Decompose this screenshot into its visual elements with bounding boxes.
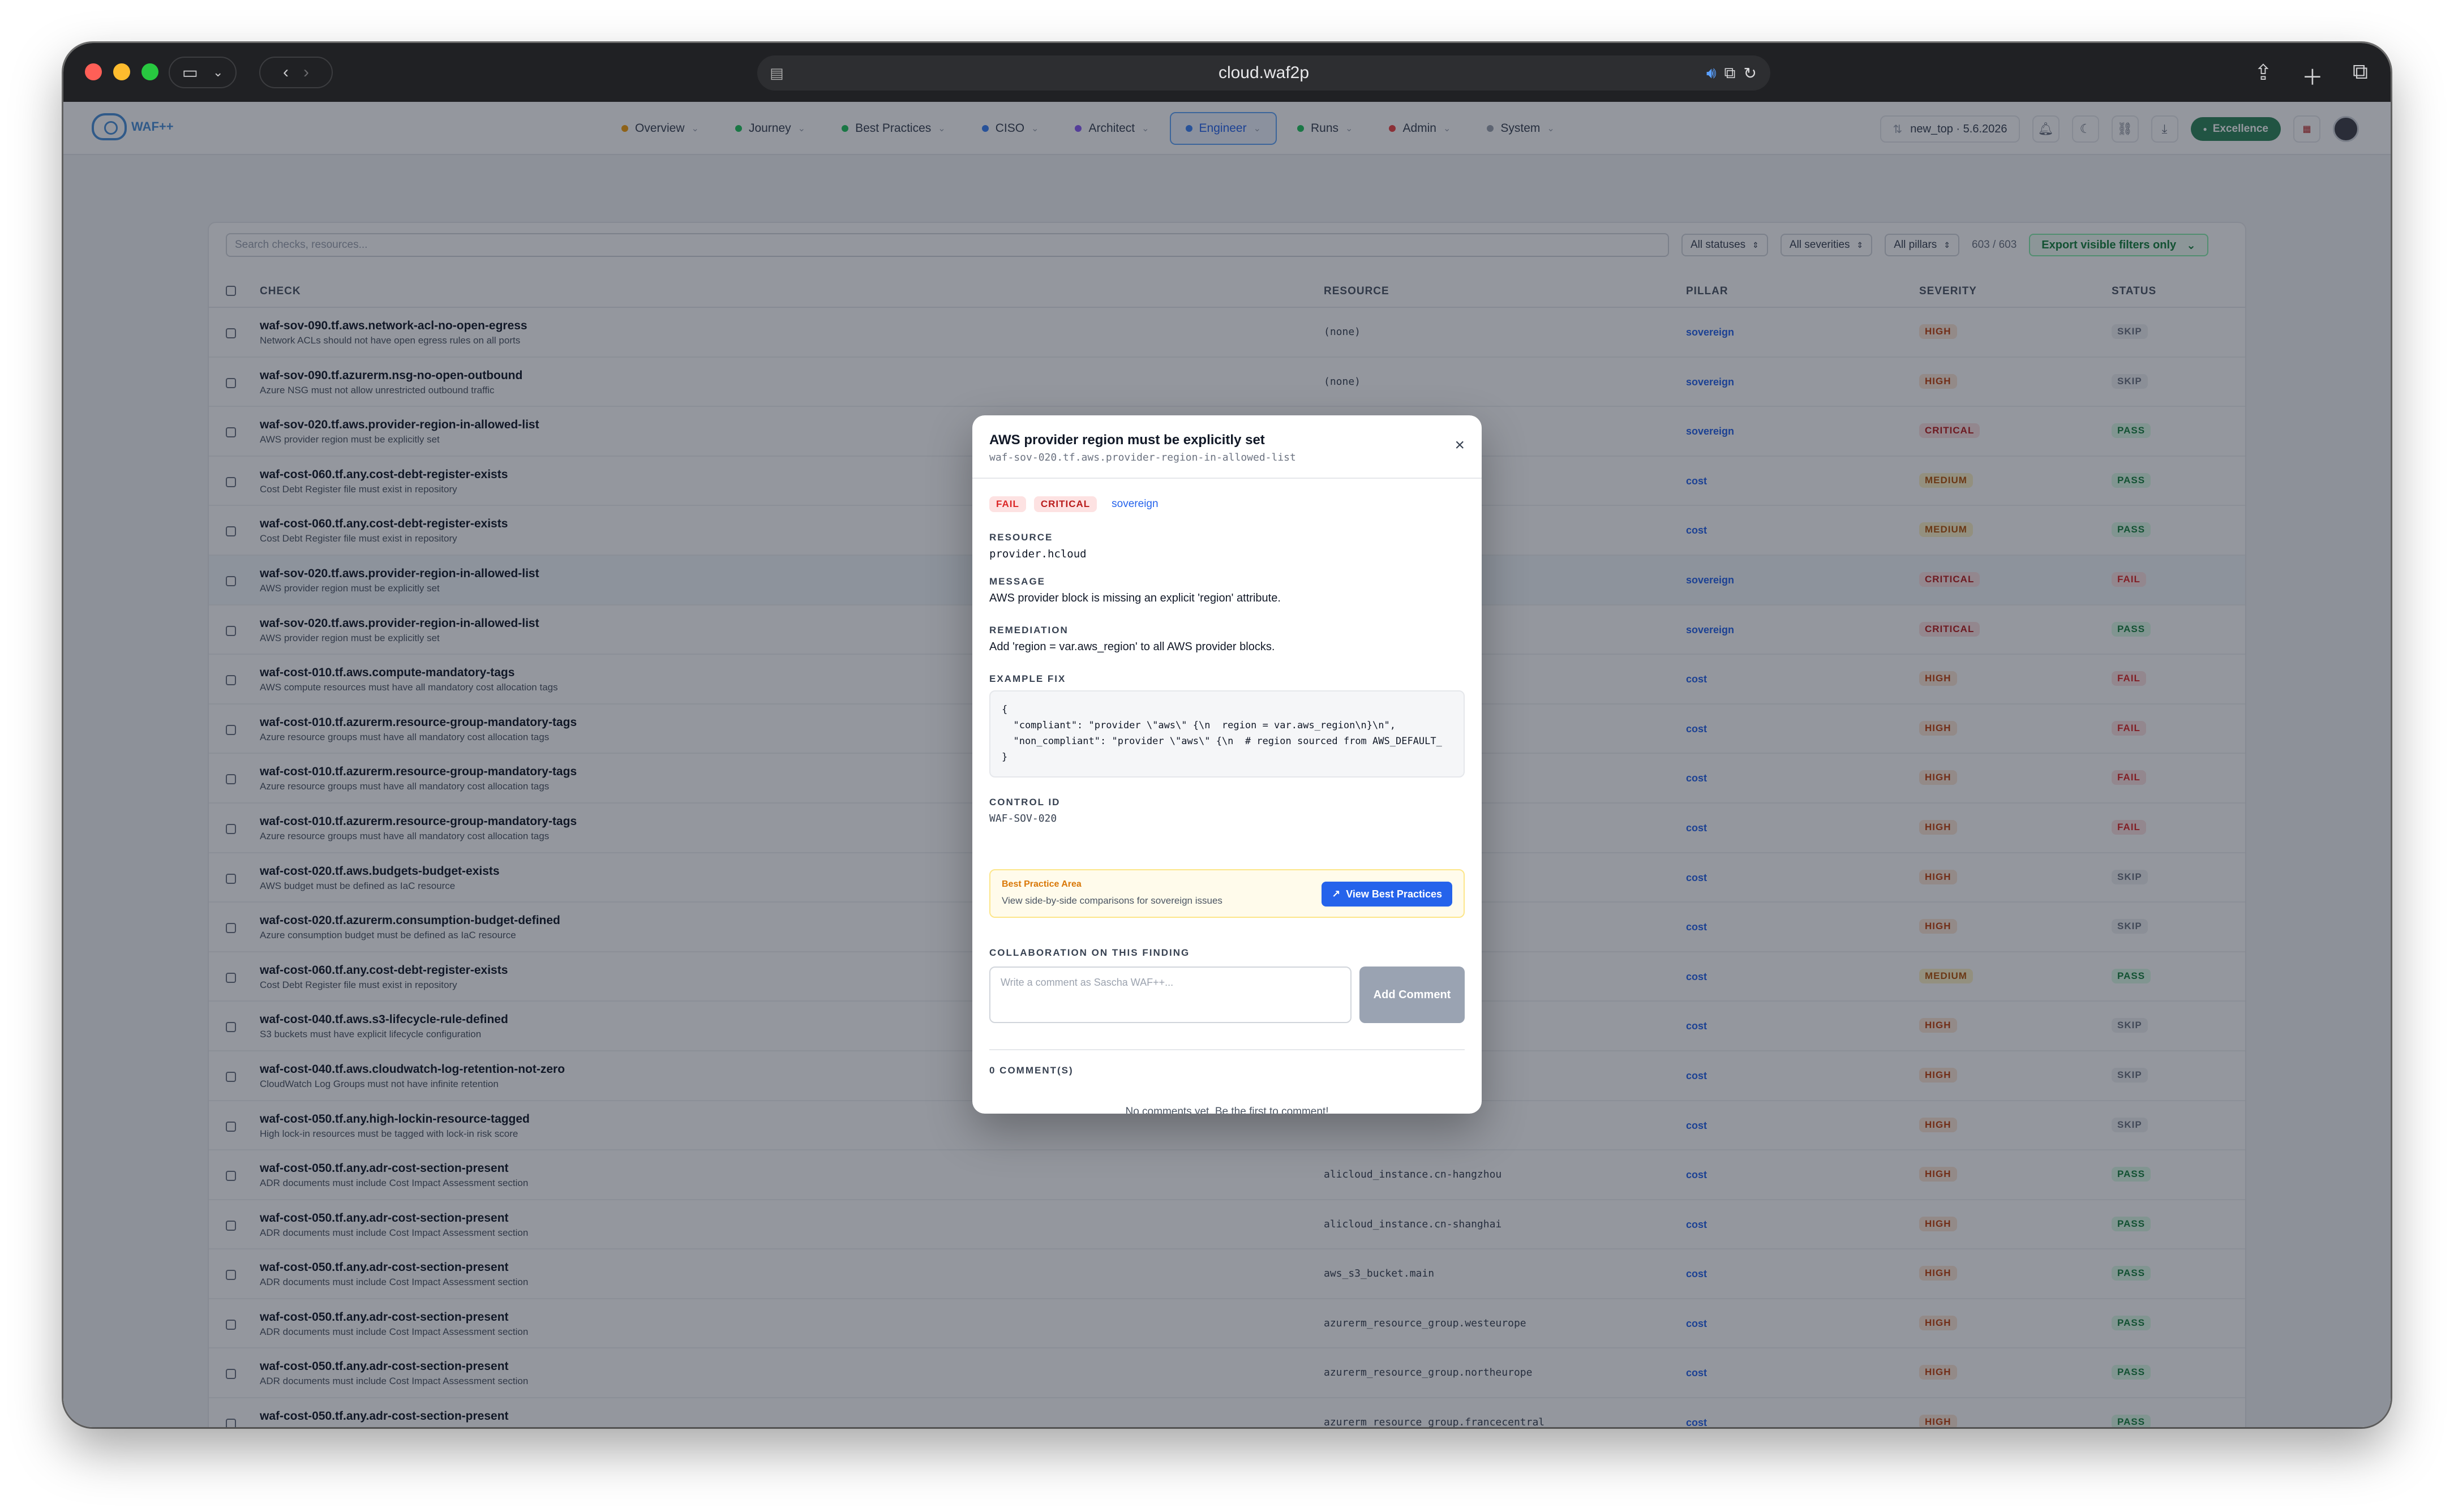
window-controls — [85, 63, 158, 80]
external-link-icon: ↗ — [1332, 888, 1341, 900]
chevron-down-icon: ⌄ — [212, 65, 224, 79]
pillar-link[interactable]: sovereign — [1105, 496, 1165, 513]
sidebar-toggle-button[interactable]: ▭ ⌄ — [169, 57, 237, 88]
url-text: cloud.waf2p — [1218, 63, 1310, 82]
resource-value: provider.hcloud — [989, 548, 1087, 560]
remediation-label: REMEDIATION — [989, 625, 1069, 635]
message-label: MESSAGE — [989, 576, 1046, 587]
bpa-title: Best Practice Area — [1002, 879, 1082, 889]
sidebar-icon: ▭ — [182, 63, 198, 82]
history-nav: ‹ › — [259, 57, 333, 88]
minimize-window-button[interactable] — [113, 63, 130, 80]
status-badge: FAIL — [989, 496, 1026, 512]
finding-detail-modal: AWS provider region must be explicitly s… — [972, 415, 1482, 1114]
tab-overview-icon[interactable]: ⧉ — [2353, 60, 2368, 91]
modal-check-id: waf-sov-020.tf.aws.provider-region-in-al… — [989, 452, 1296, 463]
page-settings-icon[interactable]: ▤ — [770, 65, 784, 82]
browser-window: ▭ ⌄ ‹ › ▤ cloud.waf2p 🔊︎ ⧉ ↻ ⇪ ＋ ⧉ WAF++ — [63, 43, 2391, 1427]
speaker-icon[interactable]: 🔊︎ — [1706, 64, 1717, 83]
add-comment-button[interactable]: Add Comment — [1359, 967, 1465, 1023]
control-id-label: CONTROL ID — [989, 797, 1061, 807]
example-fix-code: { "compliant": "provider \"aws\" {\n reg… — [989, 690, 1465, 778]
resource-label: RESOURCE — [989, 532, 1053, 543]
finding-badges: FAIL CRITICAL sovereign — [989, 496, 1165, 513]
control-id-value: WAF-SOV-020 — [989, 813, 1057, 824]
view-best-practices-button[interactable]: ↗ View Best Practices — [1322, 882, 1452, 907]
modal-title: AWS provider region must be explicitly s… — [989, 432, 1265, 448]
severity-badge: CRITICAL — [1033, 496, 1097, 512]
remediation-value: Add 'region = var.aws_region' to all AWS… — [989, 641, 1275, 653]
best-practice-area: Best Practice Area View side-by-side com… — [989, 869, 1465, 918]
divider — [989, 1049, 1465, 1050]
view-best-practices-label: View Best Practices — [1346, 888, 1442, 900]
browser-toolbar: ▭ ⌄ ‹ › ▤ cloud.waf2p 🔊︎ ⧉ ↻ ⇪ ＋ ⧉ — [63, 43, 2391, 102]
bpa-text: View side-by-side comparisons for sovere… — [1002, 895, 1222, 906]
browser-actions: ⇪ ＋ ⧉ — [2254, 60, 2368, 91]
address-bar-actions: 🔊︎ ⧉ ↻ — [1706, 64, 1757, 83]
close-icon[interactable]: × — [1455, 436, 1465, 455]
reload-icon[interactable]: ↻ — [1744, 64, 1757, 83]
translate-icon[interactable]: ⧉ — [1724, 64, 1736, 83]
zoom-window-button[interactable] — [141, 63, 158, 80]
message-value: AWS provider block is missing an explici… — [989, 592, 1281, 604]
forward-arrow-icon[interactable]: › — [303, 63, 309, 82]
back-arrow-icon[interactable]: ‹ — [283, 63, 289, 82]
empty-comments-text: No comments yet. Be the first to comment… — [1125, 1106, 1329, 1114]
example-fix-label: EXAMPLE FIX — [989, 673, 1066, 684]
comments-count: 0 COMMENT(S) — [989, 1065, 1074, 1076]
comment-input[interactable]: Write a comment as Sascha WAF++... — [989, 967, 1352, 1023]
address-bar[interactable]: ▤ cloud.waf2p 🔊︎ ⧉ ↻ — [757, 55, 1770, 91]
close-window-button[interactable] — [85, 63, 102, 80]
collaboration-label: COLLABORATION ON THIS FINDING — [989, 947, 1190, 958]
new-tab-icon[interactable]: ＋ — [2302, 60, 2323, 91]
modal-header: AWS provider region must be explicitly s… — [972, 415, 1482, 479]
share-icon[interactable]: ⇪ — [2254, 60, 2272, 91]
